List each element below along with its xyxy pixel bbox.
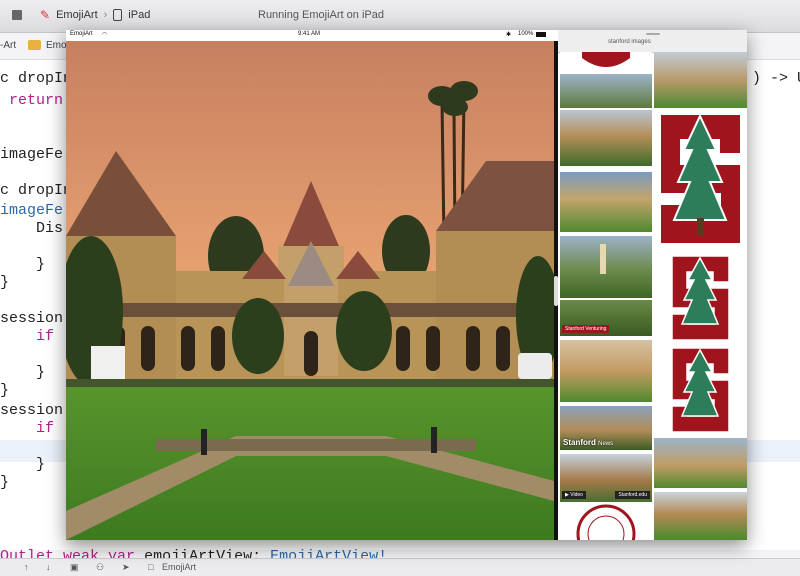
code-line: session xyxy=(0,402,64,419)
breadcrumb-project[interactable]: -Art xyxy=(0,40,16,51)
code-line: if xyxy=(0,420,55,437)
scheme-app-label: EmojiArt xyxy=(56,9,98,21)
ipad-device-icon xyxy=(113,9,123,21)
step-down-icon[interactable]: ↓ xyxy=(46,562,51,572)
code-line: return xyxy=(0,92,64,109)
thumb-campus-1[interactable] xyxy=(560,74,652,108)
process-label: EmojiArt xyxy=(162,562,197,572)
thumb-video[interactable]: ▶ Video Stanford.edu xyxy=(560,454,652,502)
code-line: Dis xyxy=(0,220,64,237)
thumb-campus-6[interactable] xyxy=(654,438,747,488)
code-line: imageFe xyxy=(0,202,64,219)
status-app-name: EmojiArt xyxy=(70,31,93,37)
code-line: c dropIn xyxy=(0,182,73,199)
scheme-selector[interactable]: ✎ EmojiArt › iPad xyxy=(40,8,150,22)
code-line: } xyxy=(0,256,46,273)
thumb-stanford-news[interactable]: Stanford News xyxy=(560,406,652,450)
thumb-campus-5[interactable] xyxy=(560,340,652,402)
view-debug-icon[interactable]: ▣ xyxy=(70,562,79,573)
battery-icon xyxy=(536,32,546,37)
stanford-quad-photo xyxy=(66,41,554,540)
code-line: } xyxy=(0,274,10,291)
stanford-s-logo-icon xyxy=(582,52,630,67)
memory-graph-icon[interactable]: ⚇ xyxy=(96,562,104,573)
scheme-device-label: iPad xyxy=(128,9,151,21)
news-word: News xyxy=(598,441,614,447)
code-line: } xyxy=(0,474,10,491)
activity-status: Running EmojiArt on iPad xyxy=(258,9,384,21)
thumb-stanford-tree-medium[interactable] xyxy=(668,254,733,342)
debug-bar: ↑ ↓ ▣ ⚇ ➤ □ EmojiArt xyxy=(0,558,800,576)
emoji-art-background-image[interactable] xyxy=(66,41,554,540)
code-line: c dropIn xyxy=(0,70,73,87)
chevron-right-icon: › xyxy=(103,9,108,21)
stanford-edu-tag: Stanford.edu xyxy=(615,491,650,499)
code-line: if xyxy=(0,328,55,345)
folder-icon xyxy=(28,40,41,50)
thumb-seal[interactable] xyxy=(560,504,652,540)
bluetooth-icon: ✱ xyxy=(506,32,512,38)
thumb-stanford-tree-large[interactable] xyxy=(654,110,747,250)
search-query[interactable]: stanford images xyxy=(608,39,651,45)
code-line-right: ) -> U xyxy=(752,70,800,87)
code-line: imageFe xyxy=(0,146,64,163)
thumb-stanford-tree-small[interactable] xyxy=(668,346,733,434)
code-line: session xyxy=(0,310,64,327)
thumb-campus-4[interactable]: Stanford Venturing xyxy=(560,300,652,336)
code-line: } xyxy=(0,382,10,399)
process-icon: □ xyxy=(148,562,154,572)
stanford-news-word: Stanford xyxy=(563,438,596,447)
ipad-simulator[interactable]: EmojiArt ◠ 9:41 AM ✱ 100% stanford image… xyxy=(66,30,747,540)
safari-image-results[interactable]: stanford images Stanford Venturing Stanf… xyxy=(558,30,747,540)
stanford-tree-logo-icon xyxy=(659,113,742,245)
status-time: 9:41 AM xyxy=(298,31,321,37)
location-icon[interactable]: ➤ xyxy=(122,562,130,573)
stanford-tree-logo-icon xyxy=(671,347,730,433)
step-icon[interactable]: ↑ xyxy=(24,562,29,572)
code-line: } xyxy=(0,456,46,473)
stanford-ventures-tag: Stanford Venturing xyxy=(562,325,610,333)
tower-icon xyxy=(600,244,606,274)
thumb-aerial-quad[interactable] xyxy=(654,52,747,108)
slide-over-grip[interactable] xyxy=(646,33,660,35)
stanford-tree-logo-icon xyxy=(671,255,730,341)
university-seal-icon xyxy=(576,504,636,540)
breadcrumb-folder[interactable]: Emo xyxy=(46,40,67,51)
thumb-hoover-tower[interactable] xyxy=(560,236,652,298)
safari-address-bar[interactable]: stanford images xyxy=(558,30,747,53)
xcode-toolbar: ✎ EmojiArt › iPad Running EmojiArt on iP… xyxy=(0,0,800,33)
video-tag: ▶ Video xyxy=(562,491,586,499)
thumb-logo-top[interactable] xyxy=(560,52,652,72)
wifi-icon: ◠ xyxy=(102,32,108,38)
app-scheme-icon: ✎ xyxy=(40,8,51,22)
thumb-campus-2[interactable] xyxy=(560,110,652,166)
code-line: } xyxy=(0,364,46,381)
thumb-campus-3[interactable] xyxy=(560,172,652,232)
stanford-news-label: Stanford News xyxy=(563,438,613,447)
stop-button[interactable] xyxy=(12,10,22,20)
battery-percent: 100% xyxy=(518,31,534,37)
thumb-campus-7[interactable] xyxy=(654,492,747,540)
